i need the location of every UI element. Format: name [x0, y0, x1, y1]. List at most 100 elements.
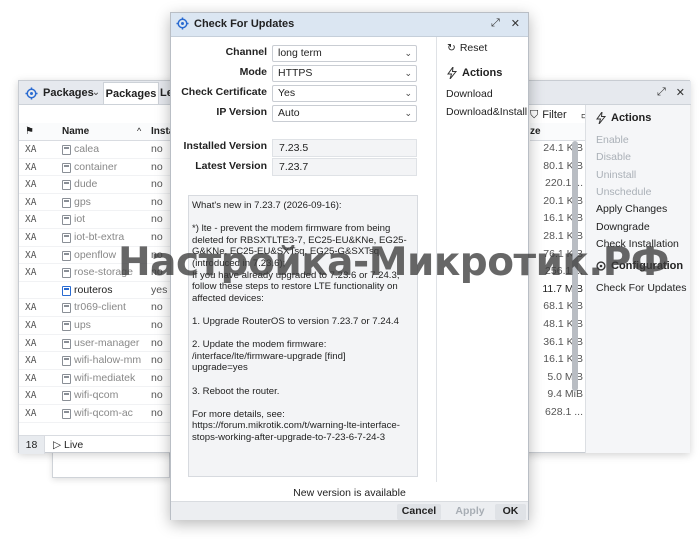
dialog-titlebar[interactable]: Check For Updates ⤢ ✕ — [171, 13, 528, 37]
package-name: wifi-halow-mm — [74, 354, 142, 367]
package-name: calea — [74, 143, 100, 155]
close-icon[interactable]: ✕ — [676, 86, 685, 99]
side-action-item[interactable]: Apply Changes — [596, 203, 667, 215]
check-for-updates-link[interactable]: Check For Updates — [596, 282, 686, 294]
side-action-item[interactable]: Check Installation — [596, 238, 679, 250]
table-row[interactable]: XA wifi-halow-mm no — [19, 352, 171, 370]
side-action-item[interactable]: Downgrade — [596, 221, 650, 233]
maximize-icon[interactable]: ⤢ — [657, 86, 666, 99]
package-icon — [62, 250, 71, 261]
package-icon — [62, 356, 71, 367]
package-icon — [62, 145, 71, 155]
table-row[interactable]: XA user-manager no — [19, 335, 171, 353]
table-row[interactable]: XA rose-storage no — [19, 264, 171, 282]
apply-button[interactable]: Apply — [449, 504, 491, 520]
gear-icon — [176, 17, 189, 30]
scrollbar-thumb[interactable] — [572, 141, 578, 391]
package-icon — [62, 303, 71, 314]
download-action[interactable]: Download — [446, 88, 493, 100]
packages-table-header: ⚑ Name ^ Insta — [19, 123, 174, 141]
check-certificate-label: Check Certificate — [181, 86, 267, 98]
mode-select[interactable]: HTTPS ⌄ — [272, 65, 417, 82]
chevron-down-icon: ⌄ — [404, 88, 412, 98]
table-row[interactable]: XA dude no — [19, 176, 171, 194]
table-row[interactable]: XA calea no — [19, 141, 171, 159]
flag-cell: XA — [25, 337, 37, 349]
release-notes[interactable]: What's new in 7.23.7 (2026-09-16): *) lt… — [188, 195, 418, 477]
packages-title-text: Packages — [43, 87, 94, 99]
installed-cell: no — [151, 407, 163, 419]
flag-cell: XA — [25, 390, 37, 402]
package-name: iot-bt-extra — [74, 231, 125, 243]
installed-cell: no — [151, 195, 163, 208]
cancel-button[interactable]: Cancel — [397, 504, 441, 520]
table-row[interactable]: XA gps no — [19, 194, 171, 212]
table-row[interactable]: XA tr069-client no — [19, 299, 171, 317]
flag-icon[interactable]: ⚑ — [25, 126, 34, 137]
ip-version-label: IP Version — [216, 106, 267, 118]
reset-label: Reset — [459, 42, 488, 54]
package-name: routeros — [74, 283, 113, 296]
download-install-action[interactable]: Download&Install — [446, 106, 527, 118]
dialog-window-controls: ⤢ ✕ — [491, 17, 520, 30]
package-icon — [62, 268, 71, 279]
column-name[interactable]: Name — [62, 126, 89, 137]
table-row[interactable]: XA wifi-qcom no — [19, 387, 171, 405]
ip-version-value: Auto — [278, 107, 300, 119]
flag-cell: XA — [25, 267, 37, 279]
table-row[interactable]: XA ups no — [19, 317, 171, 335]
close-icon[interactable]: ✕ — [511, 17, 520, 30]
lightning-icon — [447, 67, 458, 79]
packages-scrollbar[interactable] — [572, 141, 578, 435]
side-action-item: Unschedule — [596, 185, 652, 198]
package-name: dude — [74, 178, 98, 191]
live-toggle[interactable]: ▷ Live — [53, 439, 83, 451]
dialog-title-text: Check For Updates — [194, 17, 295, 30]
side-action-item: Enable — [596, 134, 629, 146]
channel-label: Channel — [225, 46, 267, 58]
check-certificate-value: Yes — [278, 87, 296, 99]
ip-version-select[interactable]: Auto ⌄ — [272, 105, 417, 122]
table-row[interactable]: routeros yes — [19, 282, 171, 300]
table-row[interactable]: XA wifi-mediatek no — [19, 370, 171, 388]
dialog-actions-heading: Actions — [446, 67, 502, 79]
installed-cell: no — [151, 266, 163, 279]
table-row[interactable]: XA iot no — [19, 211, 171, 229]
column-size[interactable]: ze — [530, 126, 541, 137]
chevron-down-icon[interactable]: ⌄ — [89, 84, 103, 102]
dialog-title: Check For Updates — [176, 17, 294, 30]
installed-cell: no — [151, 213, 163, 226]
installed-cell: no — [151, 319, 163, 331]
maximize-icon[interactable]: ⤢ — [491, 17, 500, 30]
flag-cell: XA — [25, 179, 37, 191]
tab-packages[interactable]: Packages — [103, 82, 159, 104]
filter-label: Filter — [542, 109, 567, 121]
check-certificate-select[interactable]: Yes ⌄ — [272, 85, 417, 102]
package-icon — [62, 162, 71, 173]
packages-window-controls: ⤢ ✕ — [657, 86, 685, 99]
flag-cell: XA — [25, 232, 37, 243]
update-status: New version is available — [293, 487, 406, 499]
dialog-button-bar: Cancel Apply OK — [171, 501, 528, 520]
package-name: openflow — [74, 248, 117, 261]
installed-cell: no — [151, 354, 163, 367]
packages-title: Packages — [25, 85, 94, 101]
package-name: gps — [74, 195, 91, 208]
table-row[interactable]: XA container no — [19, 159, 171, 177]
table-row[interactable]: XA openflow no — [19, 247, 171, 265]
channel-select[interactable]: long term ⌄ — [272, 45, 417, 62]
installed-cell: yes — [151, 283, 168, 296]
lightning-icon — [596, 112, 607, 124]
ok-button[interactable]: OK — [495, 504, 526, 520]
package-name: wifi-qcom — [74, 389, 119, 402]
mode-label: Mode — [239, 66, 267, 78]
package-icon — [62, 373, 71, 384]
reset-button[interactable]: ↻ Reset — [447, 42, 487, 54]
table-row[interactable]: XA iot-bt-extra no — [19, 229, 171, 247]
flag-cell: XA — [25, 355, 37, 367]
table-row[interactable]: XA wifi-qcom-ac no — [19, 405, 171, 423]
installed-cell: no — [151, 178, 163, 191]
live-label: Live — [64, 439, 84, 451]
package-name: tr069-client — [74, 301, 126, 314]
installed-cell: no — [151, 371, 163, 384]
